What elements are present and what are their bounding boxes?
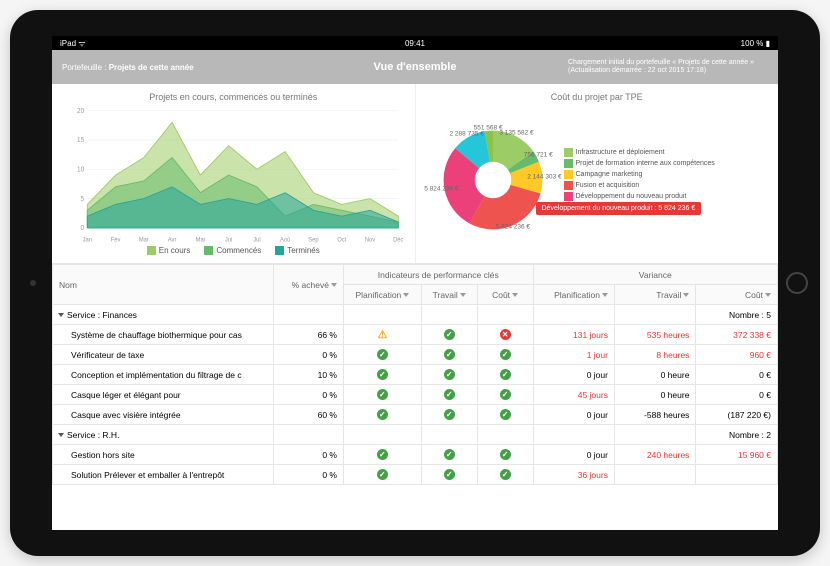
app-bar: Portefeuille : Projets de cette année Vu… — [52, 50, 778, 84]
svg-text:15: 15 — [77, 137, 84, 144]
screen: iPad ᯤ 09:41 100 % ▮ Portefeuille : Proj… — [52, 36, 778, 530]
check-icon: ✓ — [500, 369, 511, 380]
svg-text:0: 0 — [81, 225, 85, 232]
check-icon: ✓ — [500, 349, 511, 360]
battery-icon: ▮ — [766, 39, 770, 48]
projects-table-wrap: Nom % achevé Indicateurs de performance … — [52, 264, 778, 530]
error-icon: ✕ — [500, 329, 511, 340]
svg-text:Aoû: Aoû — [280, 238, 290, 244]
camera-dot — [30, 280, 36, 286]
legend-item[interactable]: En cours — [147, 246, 191, 255]
col-var[interactable]: Planification — [533, 285, 614, 305]
expand-icon[interactable] — [58, 313, 64, 317]
svg-text:Fév: Fév — [111, 238, 122, 244]
legend-item[interactable]: Fusion et acquisition — [564, 181, 715, 190]
svg-text:Oct: Oct — [337, 238, 346, 244]
check-icon: ✓ — [444, 469, 455, 480]
svg-text:Jan: Jan — [83, 238, 92, 244]
table-row[interactable]: Système de chauffage biothermique pour c… — [53, 325, 778, 345]
svg-text:Mar: Mar — [139, 238, 149, 244]
check-icon: ✓ — [377, 389, 388, 400]
check-icon: ✓ — [444, 389, 455, 400]
table-group-row[interactable]: Service : FinancesNombre : 5 — [53, 305, 778, 325]
expand-icon[interactable] — [58, 433, 64, 437]
page-title: Vue d'ensemble — [374, 61, 457, 73]
check-icon: ✓ — [500, 409, 511, 420]
legend-item[interactable]: Campagne marketing — [564, 170, 715, 179]
charts-row: Projets en cours, commencés ou terminés … — [52, 84, 778, 264]
wifi-icon: ᯤ — [78, 39, 85, 48]
table-row[interactable]: Casque léger et élégant pour0 %✓✓✓45 jou… — [53, 385, 778, 405]
table-row[interactable]: Gestion hors site0 %✓✓✓0 jour240 heures1… — [53, 445, 778, 465]
svg-text:Avr: Avr — [168, 238, 177, 244]
clock: 09:41 — [405, 39, 425, 48]
table-group-row[interactable]: Service : R.H.Nombre : 2 — [53, 425, 778, 445]
svg-text:Mai: Mai — [196, 238, 205, 244]
check-icon: ✓ — [500, 469, 511, 480]
breadcrumb[interactable]: Portefeuille : Projets de cette année — [62, 63, 282, 72]
col-pct[interactable]: % achevé — [274, 265, 344, 305]
check-icon: ✓ — [377, 349, 388, 360]
check-icon: ✓ — [500, 389, 511, 400]
warning-icon: ⚠ — [377, 329, 388, 340]
table-row[interactable]: Vérificateur de taxe0 %✓✓✓1 jour8 heures… — [53, 345, 778, 365]
legend-item[interactable]: Infrastructure et déploiement — [564, 148, 715, 157]
legend-item[interactable]: Commencés — [204, 246, 261, 255]
col-group-var: Variance — [533, 265, 778, 285]
breadcrumb-value: Projets de cette année — [109, 63, 194, 72]
col-kpi[interactable]: Planification — [343, 285, 421, 305]
pie-tooltip: Développement du nouveau produit : 5 824… — [536, 202, 702, 215]
battery-label: 100 % — [741, 39, 764, 48]
legend-item[interactable]: Terminés — [275, 246, 319, 255]
col-var[interactable]: Travail — [614, 285, 695, 305]
load-status: Chargement initial du portefeuille « Pro… — [568, 59, 768, 76]
chevron-down-icon — [331, 283, 337, 287]
svg-text:Jul: Jul — [253, 238, 260, 244]
tablet-frame: iPad ᯤ 09:41 100 % ▮ Portefeuille : Proj… — [10, 10, 820, 556]
table-row[interactable]: Casque avec visière intégrée60 %✓✓✓0 jou… — [53, 405, 778, 425]
table-row[interactable]: Conception et implémentation du filtrage… — [53, 365, 778, 385]
status-bar: iPad ᯤ 09:41 100 % ▮ — [52, 36, 778, 50]
check-icon: ✓ — [444, 449, 455, 460]
area-chart-panel: Projets en cours, commencés ou terminés … — [52, 84, 415, 263]
legend-item[interactable]: Développement du nouveau produit — [564, 192, 715, 201]
svg-text:20: 20 — [77, 108, 84, 115]
breadcrumb-label: Portefeuille : — [62, 63, 106, 72]
area-chart-title: Projets en cours, commencés ou terminés — [64, 92, 403, 102]
col-nom[interactable]: Nom — [53, 265, 274, 305]
svg-text:Jui: Jui — [225, 238, 232, 244]
col-kpi[interactable]: Travail — [421, 285, 477, 305]
area-chart-legend: En cours Commencés Terminés — [64, 246, 403, 255]
svg-text:5: 5 — [81, 196, 85, 203]
check-icon: ✓ — [377, 409, 388, 420]
projects-table: Nom % achevé Indicateurs de performance … — [52, 264, 778, 485]
col-group-kpi: Indicateurs de performance clés — [343, 265, 533, 285]
svg-text:Sep: Sep — [308, 238, 319, 244]
carrier-label: iPad — [60, 39, 76, 48]
pie-chart-title: Coût du projet par TPE — [428, 92, 767, 102]
check-icon: ✓ — [444, 409, 455, 420]
area-chart[interactable]: 0 5 10 15 20 Jan Fév Mar Avr Mai Jui Jul Aoû Sep Oct No… — [64, 106, 403, 244]
pie-chart-panel: Coût du projet par TPE 3 135 582 €756 72… — [415, 84, 779, 263]
table-row[interactable]: Solution Prélever et emballer à l'entrep… — [53, 465, 778, 485]
svg-text:Nov: Nov — [365, 238, 376, 244]
svg-text:Déc: Déc — [393, 238, 402, 244]
check-icon: ✓ — [500, 449, 511, 460]
check-icon: ✓ — [377, 369, 388, 380]
check-icon: ✓ — [377, 449, 388, 460]
svg-text:10: 10 — [77, 166, 84, 173]
col-kpi[interactable]: Coût — [477, 285, 533, 305]
legend-item[interactable]: Projet de formation interne aux compéten… — [564, 159, 715, 168]
col-var[interactable]: Coût — [696, 285, 778, 305]
check-icon: ✓ — [444, 349, 455, 360]
check-icon: ✓ — [377, 469, 388, 480]
home-button[interactable] — [786, 272, 808, 294]
check-icon: ✓ — [444, 329, 455, 340]
check-icon: ✓ — [444, 369, 455, 380]
